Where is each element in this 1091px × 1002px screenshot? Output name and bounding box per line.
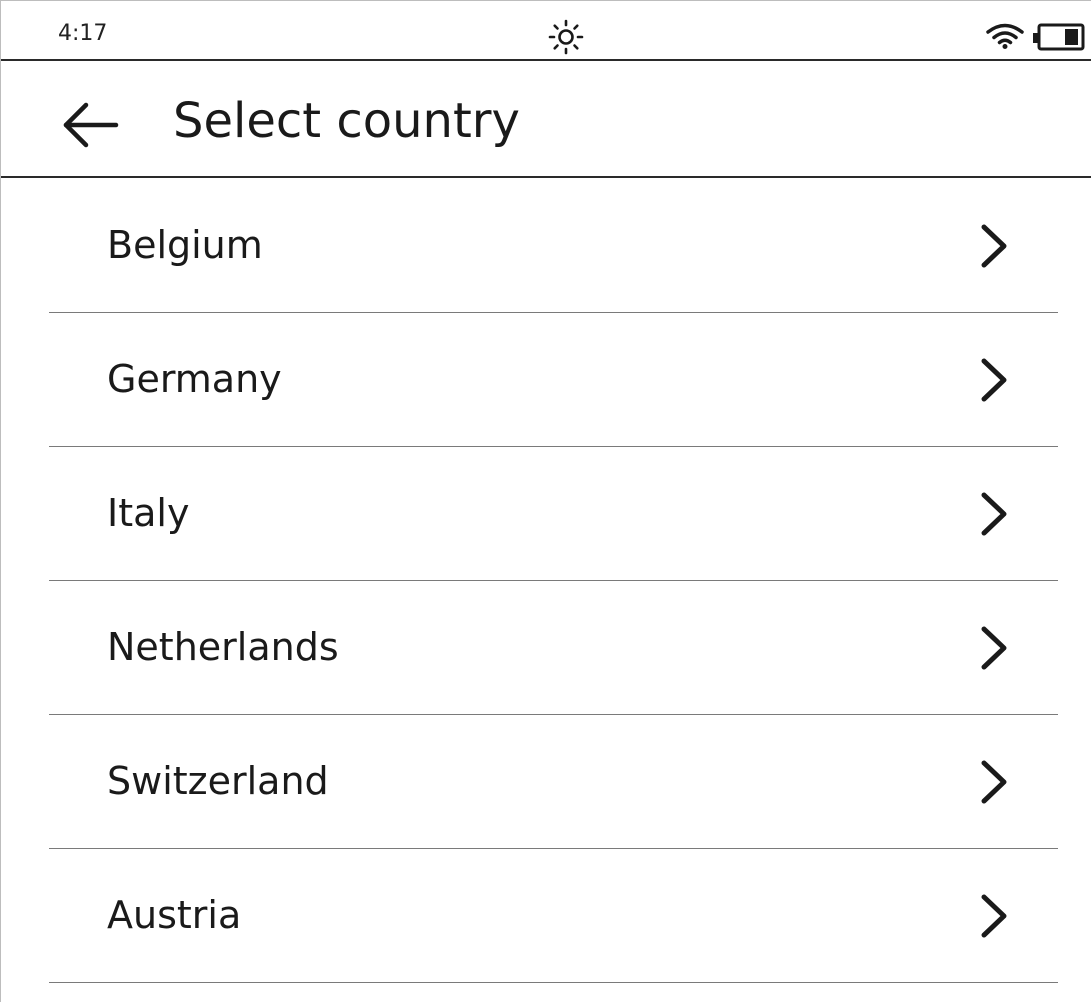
sun-icon[interactable] (548, 19, 584, 55)
chevron-right-icon (979, 358, 1009, 402)
status-bar: 4:17 (1, 1, 1091, 61)
header: Select country (1, 61, 1091, 178)
chevron-right-icon (979, 626, 1009, 670)
page-title: Select country (173, 93, 520, 149)
list-item-label: Netherlands (107, 625, 339, 669)
list-item-label: Switzerland (107, 759, 329, 803)
wifi-icon[interactable] (985, 23, 1025, 49)
chevron-right-icon (979, 760, 1009, 804)
list-item-label: Belgium (107, 223, 263, 267)
arrow-left-icon[interactable] (56, 92, 126, 152)
chevron-right-icon (979, 492, 1009, 536)
list-item-switzerland[interactable]: Switzerland (49, 715, 1058, 849)
device-screen: 4:17 Select country Belgium Germany Ital… (0, 0, 1091, 1002)
list-item-belgium[interactable]: Belgium (49, 179, 1058, 313)
list-item-germany[interactable]: Germany (49, 313, 1058, 447)
country-list: Belgium Germany Italy Netherlands Switze… (49, 179, 1058, 983)
chevron-right-icon (979, 224, 1009, 268)
list-item-label: Austria (107, 893, 242, 937)
list-item-netherlands[interactable]: Netherlands (49, 581, 1058, 715)
list-item-label: Italy (107, 491, 190, 535)
list-item-austria[interactable]: Austria (49, 849, 1058, 983)
status-time: 4:17 (58, 21, 108, 46)
chevron-right-icon (979, 894, 1009, 938)
list-item-label: Germany (107, 357, 282, 401)
battery-icon[interactable] (1032, 23, 1086, 51)
list-item-italy[interactable]: Italy (49, 447, 1058, 581)
